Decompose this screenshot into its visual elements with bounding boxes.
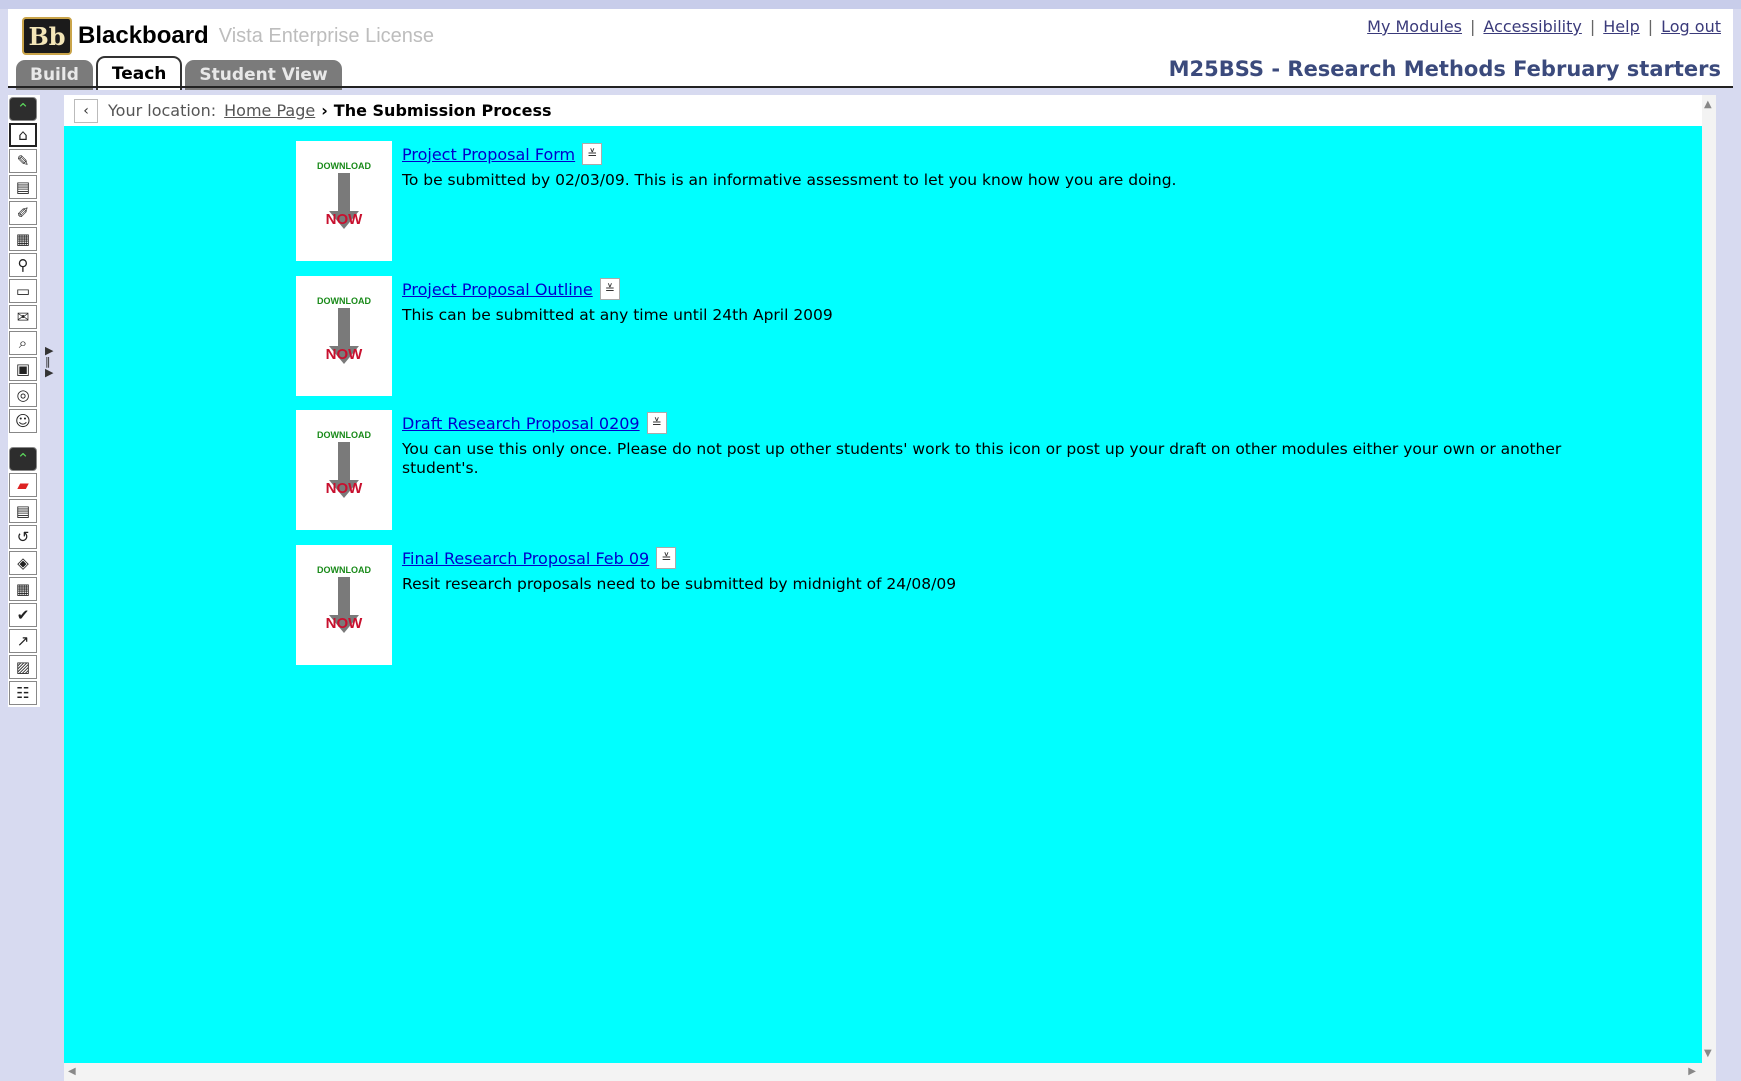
folder-icon[interactable]: ▣: [9, 357, 37, 381]
collapse-up-icon[interactable]: ⌃: [9, 97, 37, 121]
tab-teach[interactable]: Teach: [95, 56, 183, 90]
item-description: Resit research proposals need to be subm…: [402, 575, 957, 593]
back-arrow-icon[interactable]: ‹: [74, 98, 98, 123]
pin-icon[interactable]: ⚲: [9, 253, 37, 277]
thumb-bottom-text: NOW: [325, 211, 363, 228]
breadcrumb-home-link[interactable]: Home Page: [224, 101, 315, 120]
chart-icon[interactable]: ↗: [9, 629, 37, 653]
mail-icon[interactable]: ✉: [9, 305, 37, 329]
marker-icon[interactable]: ✐: [9, 201, 37, 225]
download-now-icon[interactable]: DOWNLOAD NOW: [296, 545, 392, 665]
books-icon[interactable]: ▰: [9, 473, 37, 497]
thumb-top-text: DOWNLOAD: [317, 565, 371, 575]
scroll-right-icon[interactable]: ▶: [1688, 1066, 1696, 1077]
quiz-icon[interactable]: ▤: [9, 499, 37, 523]
log-out-link[interactable]: Log out: [1661, 17, 1721, 36]
scroll-left-icon[interactable]: ◀: [68, 1066, 76, 1077]
blackboard-logo: Bb Blackboard Vista Enterprise License: [22, 17, 434, 55]
horizontal-scrollbar[interactable]: ◀ ▶: [64, 1063, 1716, 1081]
search-icon[interactable]: ⌕: [9, 331, 37, 355]
home-icon[interactable]: ⌂: [9, 123, 37, 147]
license-text: Vista Enterprise License: [218, 24, 435, 47]
breadcrumb-separator: ›: [321, 101, 328, 120]
download-now-icon[interactable]: DOWNLOAD NOW: [296, 276, 392, 396]
thumb-top-text: DOWNLOAD: [317, 161, 371, 171]
assignment-icon[interactable]: ▤: [9, 175, 37, 199]
action-menu-icon[interactable]: ≚: [582, 143, 603, 165]
item-description: To be submitted by 02/03/09. This is an …: [402, 171, 1177, 189]
item-title-link[interactable]: Project Proposal Form: [402, 145, 575, 164]
course-title: M25BSS - Research Methods February start…: [1168, 57, 1721, 81]
tracking-icon[interactable]: ↺: [9, 525, 37, 549]
settings-icon[interactable]: ☷: [9, 681, 37, 705]
toolbar-collapse-handle[interactable]: ▶ ‖ ▶: [45, 345, 55, 378]
item-description: This can be submitted at any time until …: [402, 306, 833, 324]
thumb-bottom-text: NOW: [325, 480, 363, 497]
help-link[interactable]: Help: [1603, 17, 1639, 36]
window-top-stripe: [0, 0, 1741, 9]
item-title-link[interactable]: Draft Research Proposal 0209: [402, 414, 640, 433]
scroll-up-icon[interactable]: ▲: [1704, 99, 1712, 110]
thumb-top-text: DOWNLOAD: [317, 430, 371, 440]
item-title-link[interactable]: Project Proposal Outline: [402, 280, 593, 299]
scroll-down-icon[interactable]: ▼: [1704, 1048, 1712, 1059]
brand-name: Blackboard: [78, 22, 209, 49]
page-header: Bb Blackboard Vista Enterprise License M…: [8, 9, 1733, 90]
action-menu-icon[interactable]: ≚: [646, 412, 667, 434]
assessment-icon[interactable]: ✔: [9, 603, 37, 627]
document-icon[interactable]: ▭: [9, 279, 37, 303]
item-title-link[interactable]: Final Research Proposal Feb 09: [402, 549, 649, 568]
grid-icon[interactable]: ▦: [9, 577, 37, 601]
my-modules-link[interactable]: My Modules: [1367, 17, 1462, 36]
header-divider: [8, 86, 1733, 88]
top-links: My Modules | Accessibility | Help | Log out: [1367, 17, 1721, 36]
globe-icon[interactable]: ◎: [9, 383, 37, 407]
collapse-up-icon-2[interactable]: ⌃: [9, 447, 37, 471]
tools-icon[interactable]: ✎: [9, 149, 37, 173]
item-description: You can use this only once. Please do no…: [402, 440, 1562, 477]
breadcrumb-current: The Submission Process: [333, 101, 552, 120]
left-toolbar: ⌃ ⌂ ✎ ▤ ✐ ▦ ⚲ ▭ ✉ ⌕ ▣ ◎ ☺ ⌃ ▰ ▤ ↺ ◈ ▦ ✔ …: [8, 95, 40, 707]
location-label: Your location:: [108, 101, 217, 120]
thumb-bottom-text: NOW: [325, 615, 363, 632]
content-area: ‹ Your location: Home Page › The Submiss…: [64, 95, 1716, 1063]
roster-icon[interactable]: ☺: [9, 409, 37, 433]
vertical-scrollbar[interactable]: ▲ ▼: [1702, 95, 1716, 1063]
accessibility-link[interactable]: Accessibility: [1483, 17, 1581, 36]
report-icon[interactable]: ▨: [9, 655, 37, 679]
bb-logo-icon: Bb: [22, 17, 72, 55]
thumb-bottom-text: NOW: [325, 346, 363, 363]
stamp-icon[interactable]: ◈: [9, 551, 37, 575]
calendar-icon[interactable]: ▦: [9, 227, 37, 251]
download-now-icon[interactable]: DOWNLOAD NOW: [296, 410, 392, 530]
breadcrumb: ‹ Your location: Home Page › The Submiss…: [64, 95, 1704, 126]
mode-tabs: Build Teach Student View: [16, 56, 345, 90]
action-menu-icon[interactable]: ≚: [599, 278, 620, 300]
download-now-icon[interactable]: DOWNLOAD NOW: [296, 141, 392, 261]
thumb-top-text: DOWNLOAD: [317, 296, 371, 306]
action-menu-icon[interactable]: ≚: [656, 547, 677, 569]
